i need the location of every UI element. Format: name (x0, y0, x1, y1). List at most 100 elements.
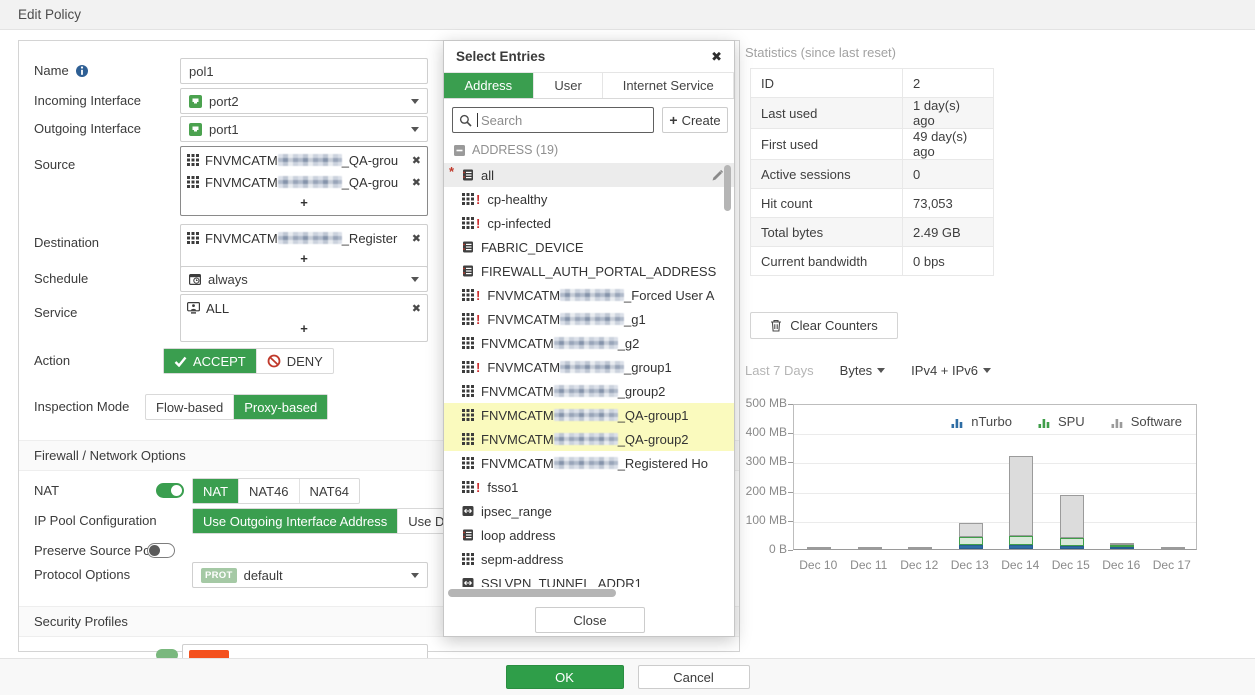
option-nat46[interactable]: NAT46 (239, 479, 300, 503)
address-list-item[interactable]: FNVMCATM_QA-group2 (444, 427, 734, 451)
outgoing-interface-select[interactable]: port1 (180, 116, 428, 142)
statistics-cell: Hit count (751, 189, 903, 218)
horizontal-scrollbar[interactable] (448, 589, 616, 597)
select-entries-tabs: AddressUserInternet Service (444, 72, 734, 99)
redacted-text (278, 176, 342, 188)
clear-counters-button[interactable]: Clear Counters (750, 312, 898, 339)
legend-item-software: Software (1111, 414, 1182, 429)
selected-entry[interactable]: FNVMCATM_QA-grou✖ (187, 149, 421, 171)
destination-entry-box[interactable]: FNVMCATM_Register✖+ (180, 224, 428, 272)
address-list-item[interactable]: !FNVMCATM_g1 (444, 307, 734, 331)
entry-label: FNVMCATM_QA-grou (205, 175, 406, 190)
address-group-header[interactable]: ADDRESS (19) (454, 143, 558, 157)
address-list-item[interactable]: *all (444, 163, 734, 187)
selected-entry[interactable]: FNVMCATM_Register✖ (187, 227, 421, 249)
incoming-interface-select[interactable]: port2 (180, 88, 428, 114)
option-nat[interactable]: NAT (193, 479, 239, 503)
address-list-item[interactable]: FNVMCATM_Registered Ho (444, 451, 734, 475)
option-use-outgoing-interface-address[interactable]: Use Outgoing Interface Address (193, 509, 398, 533)
address-list-item[interactable]: FABRIC_DEVICE (444, 235, 734, 259)
close-button[interactable]: Close (535, 607, 645, 633)
service-entry-box[interactable]: ALL✖+ (180, 294, 428, 342)
y-axis-tick (788, 462, 793, 463)
address-list-item[interactable]: sepm-address (444, 547, 734, 571)
x-axis-label: Dec 12 (894, 558, 945, 572)
bar-segment-software (1060, 495, 1084, 538)
remove-entry-icon[interactable]: ✖ (412, 176, 421, 189)
nat-toggle[interactable] (156, 483, 184, 498)
address-list-item[interactable]: !FNVMCATM_group1 (444, 355, 734, 379)
schedule-select[interactable]: always (180, 266, 428, 292)
vertical-scrollbar[interactable] (724, 165, 731, 211)
address-list-item[interactable]: !FNVMCATM_Forced User A (444, 283, 734, 307)
bar-segment-software (908, 547, 932, 549)
redacted-text (554, 409, 618, 421)
statistics-cell: 2.49 GB (903, 218, 994, 247)
bar-segment-software (858, 547, 882, 549)
statistics-row: ID2 (751, 69, 994, 98)
statistics-cell: 49 day(s) ago (903, 129, 994, 160)
address-list-item[interactable]: SSLVPN_TUNNEL_ADDR1 (444, 571, 734, 587)
legend-item-nturbo: nTurbo (951, 414, 1012, 429)
address-list-item[interactable]: loop address (444, 523, 734, 547)
x-axis-label: Dec 11 (844, 558, 895, 572)
bytes-dropdown[interactable]: Bytes (840, 363, 886, 378)
statistics-title: Statistics (since last reset) (745, 45, 896, 60)
tab-address[interactable]: Address (444, 73, 534, 98)
preserve-source-port-toggle[interactable] (147, 543, 175, 558)
edit-pencil-icon[interactable] (711, 169, 724, 182)
address-group-icon (187, 232, 199, 244)
ip-family-dropdown[interactable]: IPv4 + IPv6 (911, 363, 991, 378)
bar-segment-spu (1009, 536, 1033, 545)
address-list-item[interactable]: !cp-infected (444, 211, 734, 235)
option-flow-based[interactable]: Flow-based (146, 395, 234, 419)
collapse-minus-icon (454, 145, 465, 156)
statistics-row: First used49 day(s) ago (751, 129, 994, 160)
schedule-label: Schedule (34, 266, 88, 292)
address-list-item[interactable]: FNVMCATM_group2 (444, 379, 734, 403)
nat-type-segmented-control: NATNAT46NAT64 (192, 478, 360, 504)
remove-entry-icon[interactable]: ✖ (412, 302, 421, 315)
address-list-item[interactable]: FIREWALL_AUTH_PORTAL_ADDRESS (444, 259, 734, 283)
protocol-options-select[interactable]: PROT default (192, 562, 428, 588)
tab-user[interactable]: User (534, 73, 604, 98)
redacted-text (278, 232, 342, 244)
source-entry-box[interactable]: FNVMCATM_QA-grou✖FNVMCATM_QA-grou✖+ (180, 146, 428, 216)
tab-internet-service[interactable]: Internet Service (603, 73, 734, 98)
entry-label: FABRIC_DEVICE (481, 240, 724, 255)
option-accept[interactable]: ACCEPT (164, 349, 257, 373)
statistics-cell: 2 (903, 69, 994, 98)
option-proxy-based[interactable]: Proxy-based (234, 395, 327, 419)
address-list-item[interactable]: FNVMCATM_QA-group1 (444, 403, 734, 427)
remove-entry-icon[interactable]: ✖ (412, 232, 421, 245)
ok-button[interactable]: OK (506, 665, 624, 689)
remove-entry-icon[interactable]: ✖ (412, 154, 421, 167)
close-icon[interactable]: ✖ (711, 49, 722, 65)
create-button[interactable]: + Create (662, 107, 728, 133)
add-entry-button[interactable]: + (187, 319, 421, 339)
destination-label: Destination (34, 230, 99, 256)
search-placeholder: Search (481, 113, 522, 128)
address-group-icon (462, 553, 474, 565)
name-input[interactable]: pol1 (180, 58, 428, 84)
add-entry-button[interactable]: + (187, 193, 421, 213)
statistics-row: Total bytes2.49 GB (751, 218, 994, 247)
selected-entry[interactable]: ALL✖ (187, 297, 421, 319)
name-value: pol1 (189, 64, 214, 79)
cancel-button[interactable]: Cancel (638, 665, 750, 689)
toggle-knob (149, 545, 160, 556)
address-list-item[interactable]: !cp-healthy (444, 187, 734, 211)
option-deny[interactable]: DENY (257, 349, 333, 373)
entry-label: cp-infected (487, 216, 724, 231)
search-input[interactable]: Search (452, 107, 654, 133)
address-list-item[interactable]: FNVMCATM_g2 (444, 331, 734, 355)
statistics-cell: 0 (903, 160, 994, 189)
option-nat64[interactable]: NAT64 (300, 479, 360, 503)
name-label: Name (34, 58, 69, 84)
address-list-item[interactable]: !fsso1 (444, 475, 734, 499)
address-list-item[interactable]: ipsec_range (444, 499, 734, 523)
statistics-row: Last used1 day(s) ago (751, 98, 994, 129)
address-group-icon (462, 409, 474, 421)
selected-entry[interactable]: FNVMCATM_QA-grou ✖ (187, 171, 421, 193)
address-group-icon (187, 176, 199, 188)
